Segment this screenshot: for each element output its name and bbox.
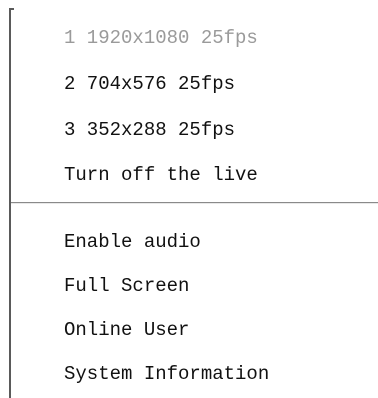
menu-item-turn-off-live[interactable]: Turn off the live [64, 163, 258, 187]
menu-separator-highlight [11, 203, 378, 204]
menu-item-system-information[interactable]: System Information [64, 362, 269, 386]
menu-top-edge [9, 8, 14, 10]
menu-item-full-screen[interactable]: Full Screen [64, 274, 189, 298]
menu-item-online-user[interactable]: Online User [64, 318, 189, 342]
menu-item-stream-704x576[interactable]: 2 704x576 25fps [64, 72, 235, 96]
menu-item-stream-1920x1080[interactable]: 1 1920x1080 25fps [64, 26, 258, 50]
menu-item-enable-audio[interactable]: Enable audio [64, 230, 201, 254]
context-menu: 1 1920x1080 25fps 2 704x576 25fps 3 352x… [0, 0, 378, 398]
menu-item-stream-352x288[interactable]: 3 352x288 25fps [64, 118, 235, 142]
